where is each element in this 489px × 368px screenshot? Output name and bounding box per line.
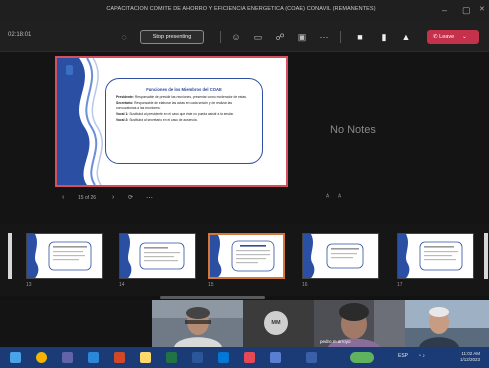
slide-item: Presidente: Responsable de presidir las … <box>116 95 252 99</box>
thumbnail-edge <box>8 233 12 279</box>
clock-date: 1/12/2023 <box>459 357 480 362</box>
cast-icon[interactable]: ◌ <box>118 31 130 43</box>
thumbnail-edge <box>484 233 488 279</box>
app-icon[interactable] <box>270 352 281 363</box>
windows-taskbar: ESP ◔ ♪ 11:02 AM 1/12/2023 <box>0 347 489 368</box>
slide-item-label: Presidente: <box>116 95 134 99</box>
participant-video <box>152 300 243 347</box>
chat-icon[interactable]: ▭ <box>252 31 264 43</box>
meeting-toolbar: 02:18:01 ◌ Stop presenting ☺ ▭ ☍ ▣ ⋯ ■ ▮… <box>0 22 489 52</box>
font-increase-icon[interactable]: ᴬ <box>338 194 341 201</box>
slide-item-text: Responsable de presidir las reuniones, p… <box>134 95 247 99</box>
leave-button[interactable]: ✆ Leave ⌄ <box>427 30 479 44</box>
laser-pointer-icon[interactable]: ⟳ <box>128 194 133 201</box>
more-icon[interactable]: ⋯ <box>318 31 330 43</box>
taskbar-clock[interactable]: 11:02 AM 1/12/2023 <box>448 351 480 363</box>
font-decrease-icon[interactable]: ᴬ <box>326 194 329 201</box>
stop-presenting-button[interactable]: Stop presenting <box>140 30 204 44</box>
slide-logo <box>66 65 73 75</box>
slide-thumbnail[interactable] <box>119 233 196 279</box>
slide-counter: 15 of 26 <box>78 195 97 201</box>
slide-item: Vocal 1: Sustituirá al presidente en el … <box>116 112 252 116</box>
title-bar: CAPACITACIÓN COMITÉ DE AHORRO Y EFICIENC… <box>0 0 489 22</box>
close-button[interactable]: ✕ <box>479 5 485 15</box>
powerpoint-icon[interactable] <box>114 352 125 363</box>
slide-item-text: Sustituirá al presidente en el caso que … <box>129 111 235 116</box>
word-icon[interactable] <box>192 352 203 363</box>
thumbnail-preview <box>210 235 275 277</box>
reactions-icon[interactable]: ☺ <box>230 31 242 43</box>
thumbnail-preview <box>27 234 92 278</box>
start-icon[interactable] <box>10 352 21 363</box>
slide-item-text: Sustituirá al secretario en el caso de a… <box>129 118 198 123</box>
presenter-stage: Funciones de los Miembros del COAE Presi… <box>0 52 489 224</box>
maximize-button[interactable]: ▢ <box>462 5 471 15</box>
slide-thumbnail[interactable] <box>26 233 103 279</box>
chrome-icon[interactable] <box>36 352 47 363</box>
language-indicator[interactable]: ESP <box>398 353 408 359</box>
excel-icon[interactable] <box>166 352 177 363</box>
participant-video-tile[interactable] <box>405 300 489 347</box>
thumbnail-number: 15 <box>208 282 214 288</box>
slide-thumbnail-active[interactable] <box>208 233 285 279</box>
thumbnail-preview <box>303 234 364 278</box>
next-slide-button[interactable]: › <box>112 194 114 201</box>
mic-icon[interactable]: ▮ <box>378 31 390 43</box>
slide-content-box: Funciones de los Miembros del COAE Presi… <box>105 78 263 164</box>
toolbar-divider <box>220 31 221 43</box>
thumbnail-number: 14 <box>119 282 125 288</box>
app-icon[interactable] <box>306 352 317 363</box>
meeting-timer: 02:18:01 <box>8 32 32 38</box>
thumbnail-scrollbar[interactable] <box>160 296 265 299</box>
participant-video-tile[interactable] <box>152 300 243 347</box>
toolbar-divider <box>340 31 341 43</box>
slide-item-text: Responsable de elaborar las actas en cad… <box>116 101 233 110</box>
participant-video <box>405 300 489 347</box>
weather-widget-icon[interactable] <box>350 352 374 363</box>
previous-slide-button[interactable]: ‹ <box>62 194 64 201</box>
rooms-icon[interactable]: ▣ <box>296 31 308 43</box>
notes-placeholder: No Notes <box>330 124 376 136</box>
participant-video-tile[interactable]: pedro.m.arroyo <box>314 300 405 347</box>
file-explorer-icon[interactable] <box>140 352 151 363</box>
thumbnail-number: 13 <box>26 282 32 288</box>
current-slide: Funciones de los Miembros del COAE Presi… <box>55 56 288 187</box>
more-options-icon[interactable]: ⋯ <box>146 194 153 202</box>
teams-icon[interactable] <box>62 352 73 363</box>
slide-title: Funciones de los Miembros del COAE <box>146 87 222 92</box>
thumbnail-preview <box>398 234 463 278</box>
slide-thumbnail[interactable] <box>397 233 474 279</box>
thumbnail-number: 17 <box>397 282 403 288</box>
window-title: CAPACITACIÓN COMITÉ DE AHORRO Y EFICIENC… <box>106 6 376 12</box>
slide-item-label: Vocal 1: <box>116 111 129 116</box>
participant-avatar-tile[interactable]: MM <box>243 300 314 347</box>
people-icon[interactable]: ☍ <box>274 31 286 43</box>
slide-item-label: Vocal 2: <box>116 118 129 123</box>
outlook-icon[interactable] <box>88 352 99 363</box>
camera-icon[interactable]: ■ <box>354 31 366 43</box>
participant-gallery: MM pedro.m.arroyo <box>0 300 489 347</box>
slide-thumbnail-strip: 13 14 15 16 17 <box>0 224 489 296</box>
thumbnail-preview <box>120 234 185 278</box>
slide-item: Secretario: Responsable de elaborar las … <box>116 101 252 110</box>
minimize-button[interactable]: – <box>442 5 447 15</box>
network-icon[interactable]: ◔ ♪ <box>418 353 425 359</box>
participant-name: pedro.m.arroyo <box>320 339 351 344</box>
participant-initials: MM <box>264 311 288 335</box>
edge-icon[interactable] <box>218 352 229 363</box>
chevron-down-icon: ⌄ <box>462 34 467 40</box>
thumbnail-number: 16 <box>302 282 308 288</box>
share-icon[interactable]: ▲ <box>400 31 412 43</box>
slide-thumbnail[interactable] <box>302 233 379 279</box>
app-icon[interactable] <box>244 352 255 363</box>
leave-label: Leave <box>439 34 455 40</box>
slide-item: Vocal 2: Sustituirá al secretario en el … <box>116 118 252 122</box>
